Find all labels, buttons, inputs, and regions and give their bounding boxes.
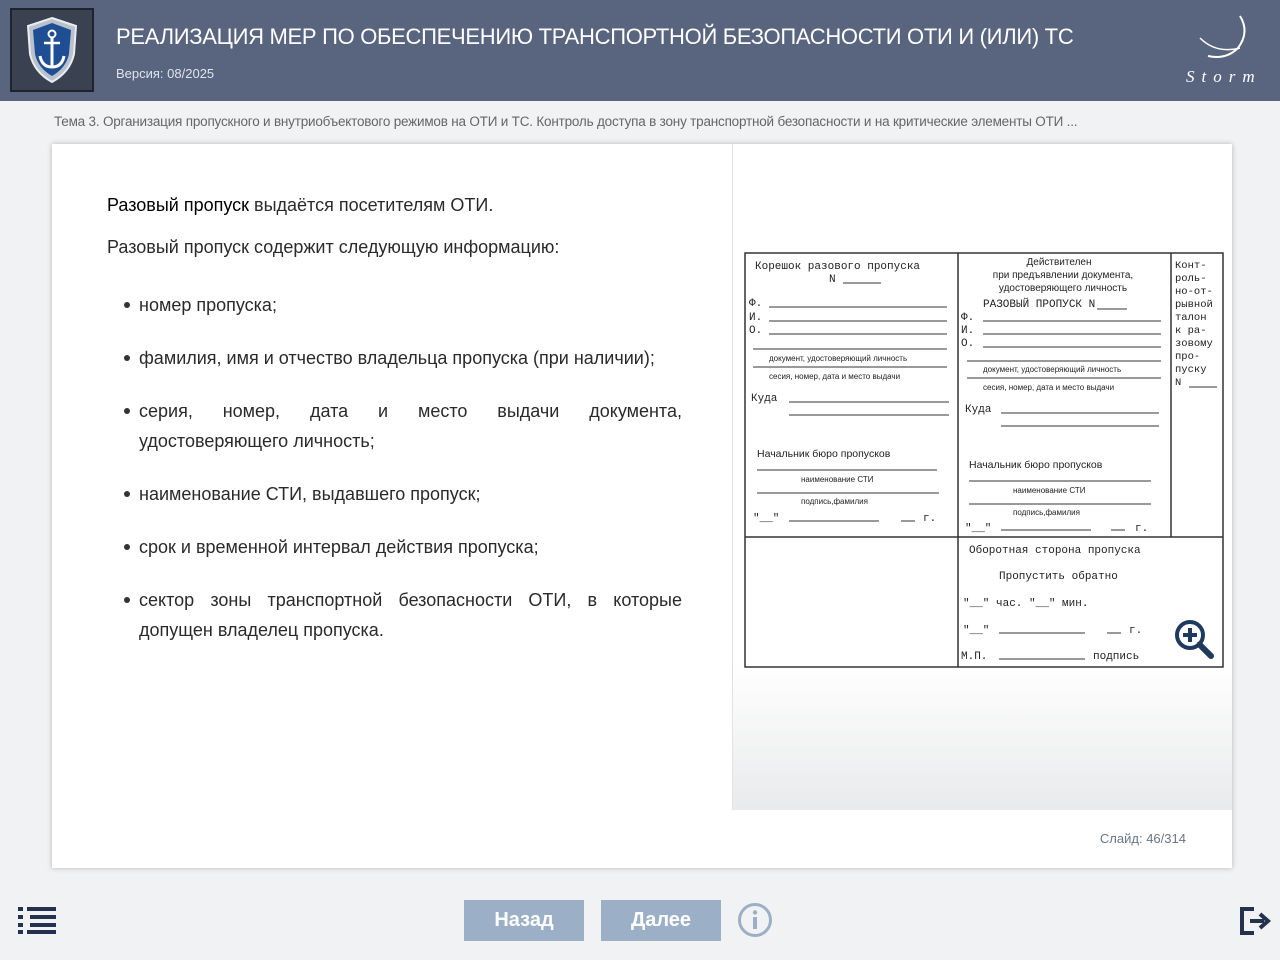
stub-f: Ф. <box>749 298 762 310</box>
back-date: "__" <box>963 625 989 637</box>
time-line: "__" час. "__" мин. <box>963 598 1088 610</box>
control-line: роль- <box>1175 273 1207 285</box>
control-line: но-от- <box>1175 286 1213 298</box>
list-item: срок и временной интервал действия пропу… <box>124 532 682 562</box>
stub-chief: Начальник бюро пропусков <box>757 448 891 460</box>
valid-line-3: удостоверяющего личность <box>999 283 1127 294</box>
signature-label: подпись <box>1093 651 1139 663</box>
stub-o: О. <box>749 325 762 337</box>
main-year: г. <box>1135 523 1148 535</box>
stamp-label: М.П. <box>961 651 987 663</box>
main-where: Куда <box>965 404 992 416</box>
lead-strong: Разовый пропуск <box>107 195 250 215</box>
list-item: сектор зоны транспортной безопасности ОТ… <box>124 585 682 645</box>
slide-counter: Слайд: 46/314 <box>1100 831 1186 846</box>
control-line: пуску <box>1175 364 1207 376</box>
main-chief: Начальник бюро пропусков <box>969 459 1103 471</box>
info-icon[interactable] <box>737 902 773 938</box>
topic-breadcrumb: Тема 3. Организация пропускного и внутри… <box>54 114 1078 129</box>
slide-text: Разовый пропуск выдаётся посетителям ОТИ… <box>107 190 682 668</box>
valid-line-2: при предъявлении документа, <box>993 270 1133 281</box>
page-title: РЕАЛИЗАЦИЯ МЕР ПО ОБЕСПЕЧЕНИЮ ТРАНСПОРТН… <box>116 24 1074 49</box>
list-item: серия, номер, дата и место выдачи докуме… <box>124 396 682 456</box>
stub-date: "__" <box>753 513 779 525</box>
zoom-in-icon[interactable] <box>1173 618 1215 660</box>
list-item: наименование СТИ, выдавшего пропуск; <box>124 479 682 509</box>
main-date: "__" <box>965 523 991 535</box>
image-panel: Корешок разового пропуска N Ф. И. О. док… <box>732 144 1232 810</box>
control-line: рывной <box>1175 299 1213 311</box>
slide-content: Разовый пропуск выдаётся посетителям ОТИ… <box>52 144 1232 868</box>
stub-sign-caption: подпись,фамилия <box>801 497 868 506</box>
control-line: про- <box>1175 351 1200 363</box>
control-line: к ра- <box>1175 325 1207 337</box>
list-icon[interactable] <box>18 906 56 934</box>
main-f: Ф. <box>961 312 974 324</box>
lead-paragraph: Разовый пропуск выдаётся посетителям ОТИ… <box>107 190 682 220</box>
control-line: N <box>1175 377 1181 389</box>
back-button[interactable]: Назад <box>464 900 584 941</box>
exit-icon[interactable] <box>1238 904 1272 938</box>
next-button[interactable]: Далее <box>601 900 721 941</box>
main-pass-title: РАЗОВЫЙ ПРОПУСК N <box>983 297 1095 311</box>
control-line: зовому <box>1175 338 1213 350</box>
valid-line-1: Действителен <box>1026 257 1091 268</box>
main-series-caption: сесия, номер, дата и место выдачи <box>983 383 1114 392</box>
list-item: фамилия, имя и отчество владельца пропус… <box>124 343 682 373</box>
main-doc-caption: документ, удостоверяющий личность <box>983 365 1121 374</box>
back-year: г. <box>1129 625 1142 637</box>
lead-rest: выдаётся посетителям ОТИ. <box>249 195 494 215</box>
stub-title: Корешок разового пропуска <box>755 261 920 273</box>
list-item: номер пропуска; <box>124 290 682 320</box>
main-sign-caption: подпись,фамилия <box>1013 508 1080 517</box>
header: РЕАЛИЗАЦИЯ МЕР ПО ОБЕСПЕЧЕНИЮ ТРАНСПОРТН… <box>0 0 1280 101</box>
svg-text:Storm: Storm <box>1186 67 1262 86</box>
slide-counter-label: Слайд: <box>1099 831 1143 846</box>
stub-year: г. <box>923 513 936 525</box>
pass-form-image[interactable]: Корешок разового пропуска N Ф. И. О. док… <box>743 251 1225 669</box>
storm-logo: Storm <box>1180 10 1272 90</box>
main-o: О. <box>961 338 974 350</box>
pass-back-label: Пропустить обратно <box>999 570 1118 583</box>
stub-doc-caption: документ, удостоверяющий личность <box>769 354 907 363</box>
slide-current: 46 <box>1146 831 1161 846</box>
control-line: Конт- <box>1175 260 1207 272</box>
stub-where: Куда <box>751 393 778 405</box>
main-sti-caption: наименование СТИ <box>1013 486 1086 495</box>
back-side-title: Оборотная сторона пропуска <box>969 544 1141 557</box>
control-line: талон <box>1175 312 1207 324</box>
anchor-shield-icon <box>10 8 94 92</box>
stub-sti-caption: наименование СТИ <box>801 475 874 484</box>
stub-n: N <box>829 274 836 286</box>
slide-total: 314 <box>1164 831 1186 846</box>
stub-i: И. <box>749 312 762 324</box>
version-label: Версия: 08/2025 <box>116 66 215 81</box>
stub-series-caption: сесия, номер, дата и место выдачи <box>769 372 900 381</box>
main-i: И. <box>961 325 974 337</box>
info-list: номер пропуска; фамилия, имя и отчество … <box>107 290 682 645</box>
intro-paragraph: Разовый пропуск содержит следующую инфор… <box>107 237 560 257</box>
